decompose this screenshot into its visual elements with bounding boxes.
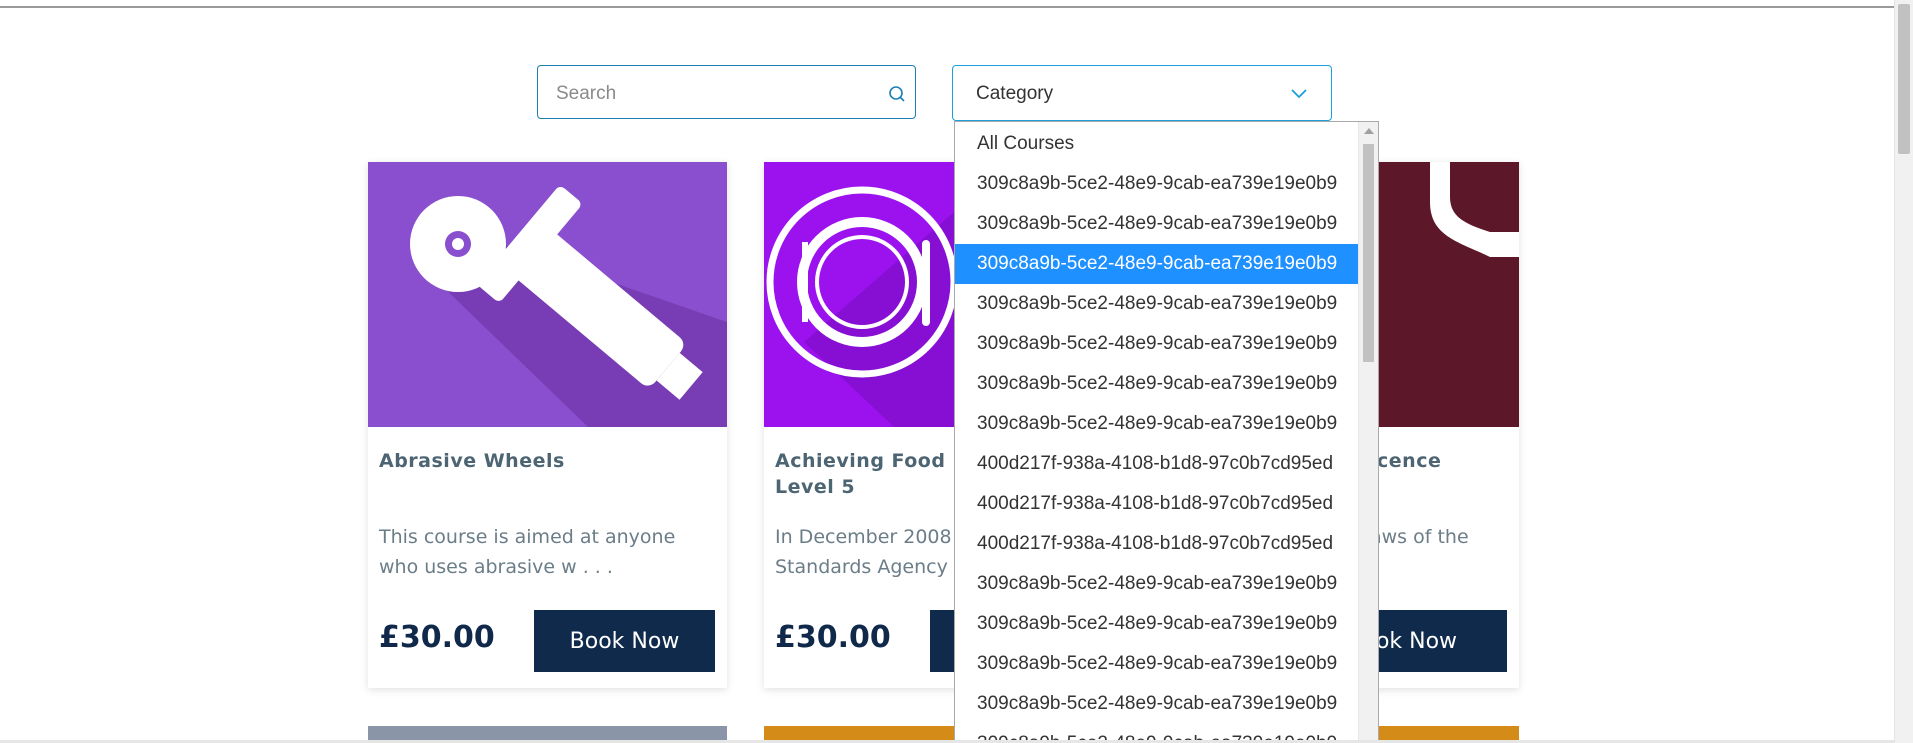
course-title[interactable]: icence: [1370, 448, 1700, 474]
browser-top-border: [0, 0, 1895, 8]
course-image-peek: [764, 726, 954, 740]
category-dropdown-list[interactable]: 309c8a9b-5ce2-48e9-9cab-ea739e19e0b9 309c…: [954, 121, 1379, 743]
angle-grinder-icon: [410, 186, 727, 427]
category-option[interactable]: 309c8a9b-5ce2-48e9-9cab-ea739e19e0b9: [955, 244, 1360, 284]
category-option[interactable]: 309c8a9b-5ce2-48e9-9cab-ea739e19e0b9: [955, 324, 1360, 364]
category-option[interactable]: 309c8a9b-5ce2-48e9-9cab-ea739e19e0b9: [955, 644, 1360, 684]
course-description: This course is aimed at anyone who uses …: [379, 526, 676, 578]
course-description: aws of the: [1370, 526, 1469, 548]
search-field[interactable]: [537, 65, 916, 119]
category-select-value: Category: [976, 83, 1054, 104]
course-price: £30.00: [379, 620, 495, 655]
scroll-up-arrow-icon[interactable]: [1364, 128, 1374, 134]
category-option[interactable]: 309c8a9b-5ce2-48e9-9cab-ea739e19e0b9: [955, 684, 1360, 724]
course-price: £30.00: [775, 620, 891, 655]
course-image-peek: [1379, 726, 1519, 740]
category-option[interactable]: 400d217f-938a-4108-b1d8-97c0b7cd95ed: [955, 444, 1360, 484]
category-option[interactable]: 309c8a9b-5ce2-48e9-9cab-ea739e19e0b9: [955, 604, 1360, 644]
category-option[interactable]: 309c8a9b-5ce2-48e9-9cab-ea739e19e0b9: [955, 284, 1360, 324]
course-card: Abrasive Wheels This course is aimed at …: [368, 162, 727, 688]
category-option[interactable]: 309c8a9b-5ce2-48e9-9cab-ea739e19e0b9: [955, 364, 1360, 404]
search-input[interactable]: [554, 78, 878, 110]
course-image[interactable]: [368, 162, 727, 427]
page-scrollbar-thumb[interactable]: [1898, 4, 1910, 154]
category-option[interactable]: 309c8a9b-5ce2-48e9-9cab-ea739e19e0b9: [955, 164, 1360, 204]
course-title[interactable]: Abrasive Wheels: [379, 448, 709, 474]
book-now-button[interactable]: Book Now: [534, 610, 715, 672]
search-icon[interactable]: [887, 84, 907, 104]
course-image-peek: [368, 726, 727, 740]
category-select[interactable]: Category: [952, 65, 1332, 121]
category-option[interactable]: All Courses: [955, 124, 1360, 164]
category-option[interactable]: 309c8a9b-5ce2-48e9-9cab-ea739e19e0b9: [955, 404, 1360, 444]
chevron-down-icon[interactable]: [1289, 85, 1309, 101]
category-option[interactable]: 309c8a9b-5ce2-48e9-9cab-ea739e19e0b9: [955, 204, 1360, 244]
category-option[interactable]: 309c8a9b-5ce2-48e9-9cab-ea739e19e0b9: [955, 564, 1360, 604]
dropdown-scrollbar[interactable]: [1358, 122, 1378, 743]
category-option[interactable]: 400d217f-938a-4108-b1d8-97c0b7cd95ed: [955, 524, 1360, 564]
page-scrollbar[interactable]: [1894, 0, 1913, 743]
category-option[interactable]: 400d217f-938a-4108-b1d8-97c0b7cd95ed: [955, 484, 1360, 524]
dropdown-scrollbar-thumb[interactable]: [1363, 144, 1374, 362]
